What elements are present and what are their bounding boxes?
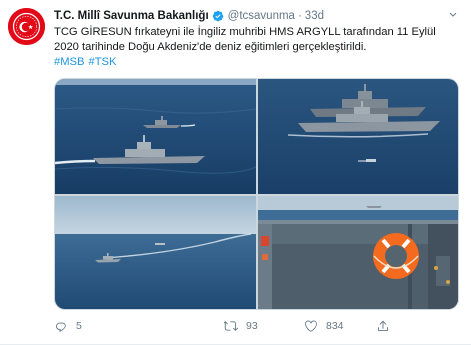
like-button[interactable]: 834: [304, 318, 344, 334]
avatar[interactable]: [8, 8, 45, 45]
reply-icon: [56, 322, 66, 332]
hashtag-msb[interactable]: #MSB: [54, 56, 84, 68]
like-count: 834: [326, 320, 344, 332]
media-photo-3[interactable]: [55, 196, 256, 309]
tweet-text-line: TCG GİRESUN fırkateyni ile İngiliz muhri…: [54, 26, 436, 38]
reply-button[interactable]: 5: [54, 318, 82, 334]
tweet[interactable]: T.C. Millî Savunma Bakanlığı @tcsavunma …: [0, 0, 471, 345]
author-handle[interactable]: @tcsavunma: [228, 10, 295, 22]
chevron-down-icon[interactable]: [447, 9, 459, 21]
media-photo-4[interactable]: [258, 196, 458, 309]
share-icon: [378, 320, 389, 332]
separator-dot: ·: [297, 10, 302, 22]
hashtag-list: #MSB #TSK: [54, 55, 459, 70]
tweet-text-line: 2020 tarihinde Doğu Akdeniz'de deniz eği…: [54, 41, 367, 53]
media-photo-2[interactable]: [258, 79, 458, 194]
ministry-emblem-icon: [8, 8, 45, 45]
verified-badge-icon: [212, 10, 223, 22]
like-icon: [305, 320, 317, 332]
media-photo-1[interactable]: [55, 79, 256, 194]
ships-side-by-side-photo: [258, 79, 458, 194]
retweet-count: 93: [246, 320, 258, 332]
share-button[interactable]: [376, 318, 398, 334]
tweet-actions: 5 93 834: [54, 318, 459, 334]
tweet-text: TCG GİRESUN fırkateyni ile İngiliz muhri…: [54, 25, 459, 70]
retweet-button[interactable]: 93: [224, 318, 258, 334]
tweet-timestamp[interactable]: 33d: [305, 10, 324, 22]
ships-formation-photo: [55, 79, 256, 194]
author-name[interactable]: T.C. Millî Savunma Bakanlığı: [54, 10, 209, 22]
deck-lifebuoy-photo: [258, 196, 458, 309]
reply-count: 5: [76, 320, 82, 332]
hashtag-tsk[interactable]: #TSK: [88, 56, 116, 68]
media-grid: [54, 78, 459, 310]
ship-wake-photo: [55, 196, 256, 309]
tweet-header: T.C. Millî Savunma Bakanlığı @tcsavunma …: [54, 8, 459, 24]
retweet-icon: [224, 321, 238, 331]
